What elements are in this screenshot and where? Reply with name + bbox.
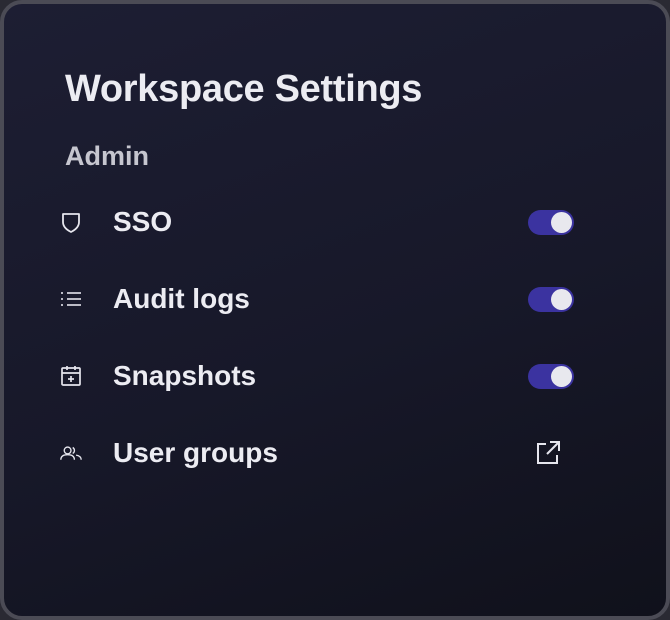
setting-row-audit-logs: Audit logs xyxy=(60,274,580,324)
setting-label: SSO xyxy=(113,206,173,237)
setting-label: User groups xyxy=(113,437,278,468)
toggle-knob xyxy=(551,211,572,233)
setting-label: Audit logs xyxy=(113,283,250,314)
setting-row-user-groups[interactable]: User groups xyxy=(60,428,580,478)
setting-label: Snapshots xyxy=(113,360,257,391)
list-icon xyxy=(60,288,82,310)
users-icon xyxy=(60,442,82,464)
shield-icon xyxy=(60,211,82,233)
snapshots-toggle[interactable] xyxy=(528,363,574,389)
toggle-knob xyxy=(551,365,572,387)
page-title: Workspace Settings xyxy=(65,68,423,110)
sso-toggle[interactable] xyxy=(528,209,574,235)
toggle-knob xyxy=(551,288,572,310)
workspace-settings-card: Workspace Settings Admin SSO Audit logs … xyxy=(0,0,670,620)
calendar-plus-icon xyxy=(60,365,82,387)
setting-row-sso: SSO xyxy=(60,197,580,247)
audit-logs-toggle[interactable] xyxy=(528,286,574,312)
external-link-icon[interactable] xyxy=(534,439,562,467)
setting-row-snapshots: Snapshots xyxy=(60,351,580,401)
section-heading-admin: Admin xyxy=(65,141,149,171)
